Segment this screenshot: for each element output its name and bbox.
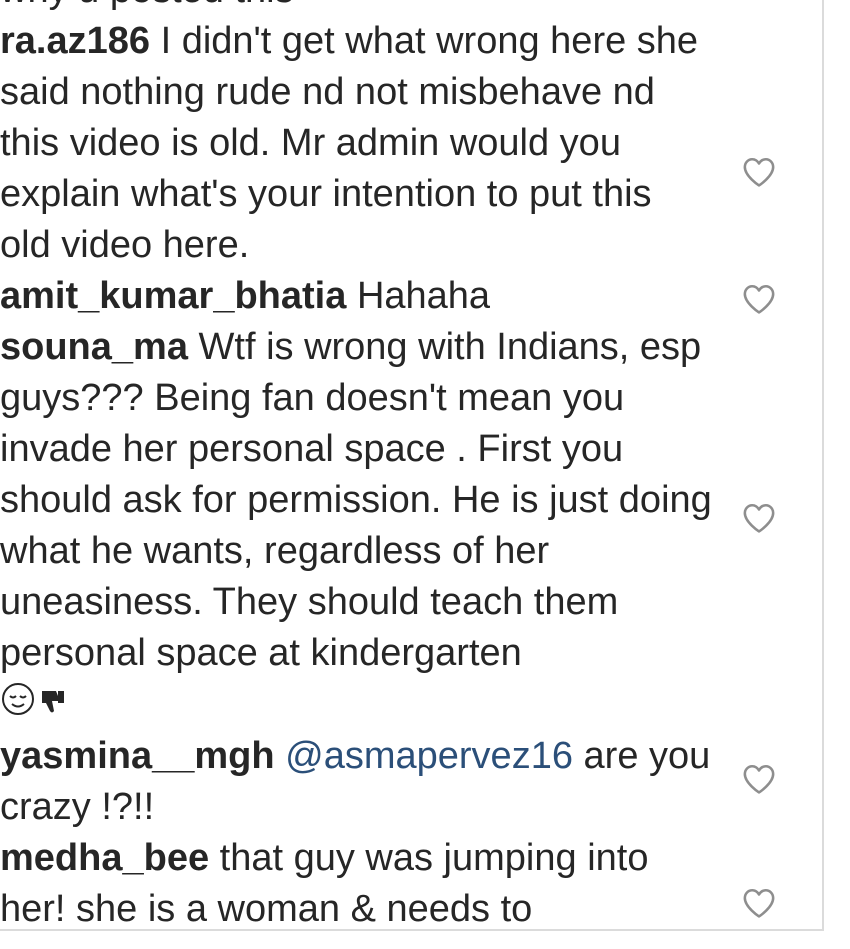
page-margin [0,931,850,949]
comment-username[interactable]: yasmina__mgh [0,735,275,777]
comment-text: Wtf is wrong with Indians, esp guys??? B… [0,326,712,674]
comment-username[interactable]: souna_ma [0,326,188,368]
heart-outline-icon[interactable] [742,887,776,919]
comment-item: souna_ma Wtf is wrong with Indians, esp … [0,322,822,731]
heart-outline-icon[interactable] [742,502,776,534]
comment-mention[interactable]: @asmapervez16 [285,735,573,777]
relieved-face-icon [0,680,36,731]
heart-outline-icon[interactable] [742,763,776,795]
comment-username[interactable]: medha_bee [0,837,209,879]
comment-username[interactable]: ra.az186 [0,20,150,62]
comment-text: Hahaha [356,275,491,317]
heart-outline-icon[interactable] [742,283,776,315]
comment-item: medha_bee that guy was jumping into her!… [0,833,822,935]
panel-border-right [822,0,824,935]
comment-list[interactable]: why u posted this ra.az186 I didn't get … [0,0,822,935]
comment-username[interactable]: amit_kumar_bhatia [0,275,346,317]
comment-item: ra.az186 I didn't get what wrong here sh… [0,16,822,271]
thumbs-down-icon [38,680,68,731]
comment-item: why u posted this [0,0,822,16]
comments-panel: why u posted this ra.az186 I didn't get … [0,0,850,949]
comment-item: amit_kumar_bhatia Hahaha [0,271,822,322]
comment-item: yasmina__mgh @asmapervez16 are you crazy… [0,731,822,833]
heart-outline-icon[interactable] [742,156,776,188]
comment-text: why u posted this [0,0,294,11]
comment-emojis [0,680,68,731]
